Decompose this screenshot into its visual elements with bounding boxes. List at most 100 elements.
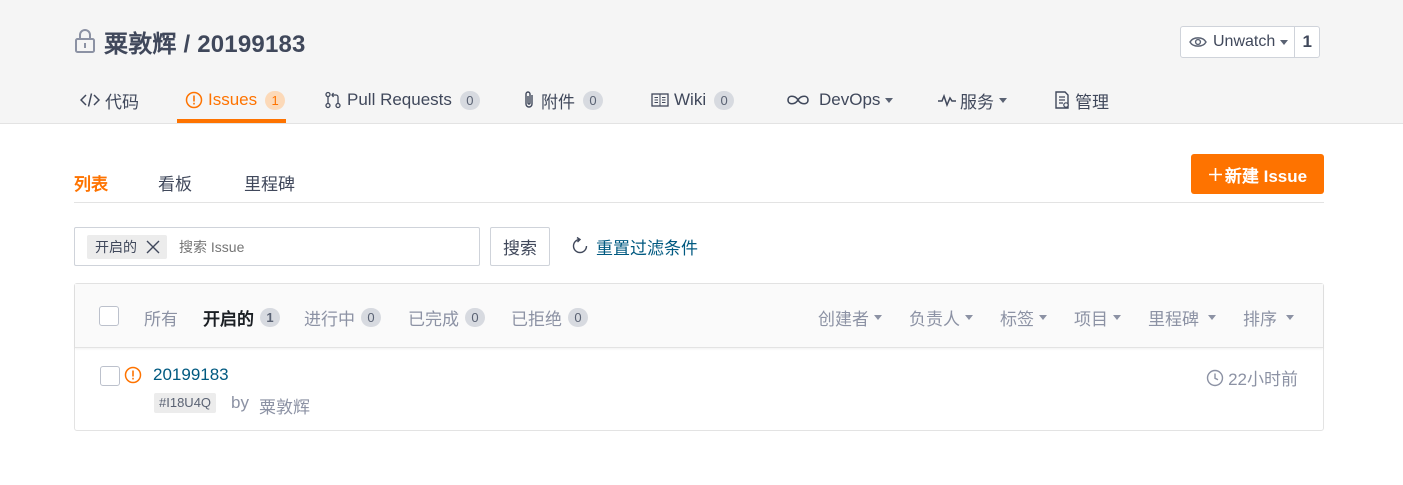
lock-icon <box>74 28 96 54</box>
state-in-progress-count: 0 <box>361 308 381 327</box>
tab-attachments[interactable]: 附件 0 <box>522 76 603 124</box>
issue-filter-box[interactable]: 开启的 <box>74 227 480 266</box>
tab-wiki-label: Wiki <box>674 90 707 109</box>
plus-icon <box>1208 167 1223 182</box>
state-done-label: 已完成 <box>408 310 459 329</box>
issue-checkbox[interactable] <box>100 366 120 386</box>
tab-manage-label: 管理 <box>1075 92 1109 112</box>
issue-title-link[interactable]: 20199183 <box>153 365 229 385</box>
filter-sort-label: 排序 <box>1243 310 1277 329</box>
state-rejected-count: 0 <box>568 308 588 327</box>
chevron-down-icon <box>885 97 894 103</box>
attachments-count-badge: 0 <box>583 90 603 110</box>
chevron-down-icon <box>1039 315 1047 320</box>
active-tab-indicator <box>177 119 286 123</box>
issue-id-badge: #I18U4Q <box>154 393 217 413</box>
issues-count-badge: 1 <box>265 90 286 110</box>
chevron-down-icon <box>874 315 882 320</box>
repo-title-row: 粟敦辉 / 20199183 <box>74 24 306 59</box>
filter-milestone[interactable]: 里程碑 <box>1148 305 1216 330</box>
pull-request-icon <box>324 91 342 109</box>
issue-time-label: 22小时前 <box>1228 370 1298 389</box>
search-button[interactable]: 搜索 <box>490 227 550 266</box>
clock-icon <box>1206 369 1224 387</box>
issue-by-text: by <box>231 393 249 412</box>
filter-chip-label: 开启的 <box>95 238 137 255</box>
tab-service-label: 服务 <box>960 92 994 112</box>
tab-pull-requests[interactable]: Pull Requests 0 <box>324 76 480 124</box>
search-input[interactable] <box>179 238 379 255</box>
attachment-icon <box>522 90 536 110</box>
tab-issues[interactable]: Issues 1 <box>185 76 286 124</box>
code-icon <box>80 92 100 108</box>
tab-devops[interactable]: DevOps <box>786 76 894 124</box>
subtab-milestones[interactable]: 里程碑 <box>244 170 295 195</box>
filter-assignee[interactable]: 负责人 <box>909 305 973 330</box>
new-issue-button[interactable]: 新建 Issue <box>1191 154 1324 194</box>
filter-sort[interactable]: 排序 <box>1243 305 1294 330</box>
state-in-progress-label: 进行中 <box>304 310 355 329</box>
issue-list: 所有 开启的 1 进行中 0 已完成 0 已拒绝 0 创建者 负责人 标签 项目… <box>74 283 1324 431</box>
filter-project[interactable]: 项目 <box>1074 305 1121 330</box>
tab-code-label: 代码 <box>105 92 139 112</box>
state-open-label: 开启的 <box>203 310 254 329</box>
chevron-down-icon <box>999 97 1007 103</box>
unwatch-button[interactable]: Unwatch <box>1181 27 1296 57</box>
tab-manage[interactable]: 管理 <box>1054 76 1109 124</box>
state-open[interactable]: 开启的 1 <box>203 305 280 330</box>
issue-author-link[interactable]: 粟敦辉 <box>259 393 310 418</box>
chevron-down-icon <box>965 315 973 320</box>
issue-icon <box>185 91 203 109</box>
state-all-label: 所有 <box>144 310 178 329</box>
repo-nav: 代码 Issues 1 Pull Requests 0 附件 0 Wiki 0 … <box>0 76 1403 124</box>
repo-header: 粟敦辉 / 20199183 Unwatch 1 代码 Issues 1 Pul… <box>0 0 1403 124</box>
reset-filters-label: 重置过滤条件 <box>596 238 698 258</box>
chevron-down-icon <box>1208 315 1216 320</box>
state-rejected-label: 已拒绝 <box>511 310 562 329</box>
watch-count[interactable]: 1 <box>1295 27 1319 57</box>
filter-project-label: 项目 <box>1074 310 1108 329</box>
refresh-icon <box>570 236 590 256</box>
devops-icon <box>786 94 810 106</box>
close-icon[interactable] <box>145 239 161 255</box>
chevron-down-icon <box>1280 39 1289 45</box>
issue-list-header: 所有 开启的 1 进行中 0 已完成 0 已拒绝 0 创建者 负责人 标签 项目… <box>75 284 1323 348</box>
manage-icon <box>1054 91 1070 109</box>
tab-attachments-label: 附件 <box>541 92 575 112</box>
wiki-count-badge: 0 <box>714 90 735 110</box>
filter-creator-label: 创建者 <box>818 310 869 329</box>
chevron-down-icon <box>1113 315 1121 320</box>
repo-title[interactable]: 粟敦辉 / 20199183 <box>104 24 306 59</box>
new-issue-label: 新建 Issue <box>1224 166 1308 186</box>
tab-service[interactable]: 服务 <box>937 76 1007 124</box>
issue-open-icon <box>124 366 142 384</box>
filter-creator[interactable]: 创建者 <box>818 305 882 330</box>
watch-group: Unwatch 1 <box>1180 26 1321 58</box>
state-rejected[interactable]: 已拒绝 0 <box>511 305 588 330</box>
filter-chip-open: 开启的 <box>87 234 167 259</box>
filter-labels[interactable]: 标签 <box>1000 305 1047 330</box>
state-done[interactable]: 已完成 0 <box>408 305 485 330</box>
filter-labels-label: 标签 <box>1000 310 1034 329</box>
subtab-board[interactable]: 看板 <box>158 170 192 195</box>
filter-milestone-label: 里程碑 <box>1148 310 1199 329</box>
tab-wiki[interactable]: Wiki 0 <box>651 76 735 124</box>
tab-code[interactable]: 代码 <box>80 76 139 124</box>
issue-time: 22小时前 <box>1206 365 1298 390</box>
tab-issues-label: Issues <box>208 90 258 109</box>
state-all[interactable]: 所有 <box>144 305 178 330</box>
reset-filters-link[interactable]: 重置过滤条件 <box>570 233 698 259</box>
subtab-list[interactable]: 列表 <box>74 170 108 195</box>
tab-devops-label: DevOps <box>819 90 881 109</box>
pull-requests-count-badge: 0 <box>459 90 480 110</box>
state-done-count: 0 <box>465 308 485 327</box>
unwatch-label: Unwatch <box>1213 33 1276 50</box>
state-in-progress[interactable]: 进行中 0 <box>304 305 381 330</box>
select-all-checkbox[interactable] <box>99 306 119 326</box>
eye-icon <box>1189 36 1207 48</box>
filter-assignee-label: 负责人 <box>909 310 960 329</box>
wiki-icon <box>651 92 669 108</box>
divider <box>74 202 1324 203</box>
state-open-count: 1 <box>260 308 280 327</box>
chevron-down-icon <box>1286 315 1294 320</box>
